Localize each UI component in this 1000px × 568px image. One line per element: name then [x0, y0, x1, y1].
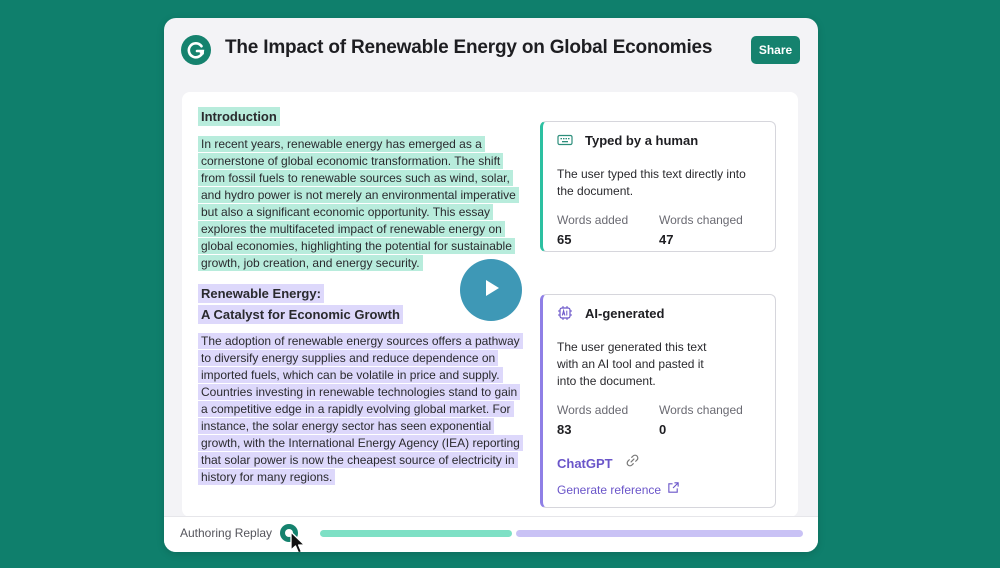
- mouse-cursor-icon: [289, 531, 309, 552]
- human-typed-card: Typed by a human The user typed this tex…: [540, 121, 776, 252]
- words-added-label: Words added: [557, 213, 629, 227]
- words-changed-label: Words changed: [659, 403, 743, 417]
- document-title: The Impact of Renewable Energy on Global…: [225, 37, 713, 58]
- authoring-replay-label: Authoring Replay: [180, 526, 273, 540]
- section-heading-line2: A Catalyst for Economic Growth: [198, 305, 403, 324]
- words-added-label: Words added: [557, 403, 629, 417]
- words-changed-value: 0: [659, 422, 667, 437]
- keyboard-icon: [557, 132, 573, 148]
- header: The Impact of Renewable Energy on Global…: [164, 18, 818, 82]
- document-panel: Introduction In recent years, renewable …: [182, 92, 798, 517]
- external-link-icon: [667, 481, 680, 499]
- ai-tool-name: ChatGPT: [557, 455, 613, 471]
- generate-reference-link[interactable]: Generate reference: [557, 481, 761, 499]
- ai-generated-card: AI-generated The user generated this tex…: [540, 294, 776, 508]
- generate-reference-label[interactable]: Generate reference: [557, 483, 661, 497]
- human-card-description: The user typed this text directly into t…: [557, 167, 746, 198]
- ai-generated-paragraph[interactable]: The adoption of renewable energy sources…: [198, 333, 523, 485]
- words-changed-label: Words changed: [659, 213, 743, 227]
- replay-track-ai-segment[interactable]: [516, 530, 803, 537]
- play-icon: [480, 277, 502, 304]
- authorship-report-window: The Impact of Renewable Energy on Global…: [164, 18, 818, 552]
- section-heading-introduction: Introduction: [198, 107, 280, 126]
- grammarly-g-icon: [181, 35, 211, 65]
- words-changed-value: 47: [659, 232, 674, 247]
- replay-bar: Authoring Replay: [164, 516, 818, 552]
- human-typed-paragraph[interactable]: In recent years, renewable energy has em…: [198, 136, 519, 271]
- play-video-button[interactable]: [460, 259, 522, 321]
- link-icon[interactable]: [625, 453, 640, 473]
- words-added-value: 65: [557, 232, 572, 247]
- words-added-value: 83: [557, 422, 572, 437]
- share-button[interactable]: Share: [751, 36, 800, 64]
- human-card-title: Typed by a human: [585, 132, 699, 148]
- replay-track-human-segment[interactable]: [320, 530, 512, 537]
- ai-card-description: The user generated this text with an AI …: [557, 340, 707, 388]
- ai-chip-icon: [557, 305, 573, 321]
- section-heading-line1: Renewable Energy:: [198, 284, 324, 303]
- ai-card-title: AI-generated: [585, 305, 665, 321]
